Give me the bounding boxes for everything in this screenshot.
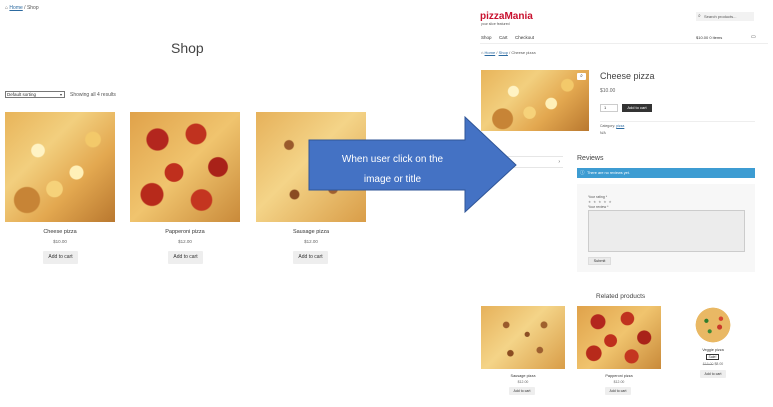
product-price: $10.00 [600, 88, 616, 94]
product-title[interactable]: Cheese pizza [5, 229, 115, 235]
product-image-papperoni-pizza[interactable] [130, 112, 240, 222]
related-title[interactable]: Sausage pizza [481, 374, 565, 378]
related-title[interactable]: Veggie pizza [680, 348, 746, 352]
search-placeholder: Search products... [704, 14, 737, 19]
product-title[interactable]: Sausage pizza [256, 229, 366, 235]
product-price: $10.00 [53, 239, 67, 244]
cart-icon[interactable]: ▭ [751, 34, 756, 40]
chevron-right-icon: › [558, 159, 560, 165]
rating-label: Your rating * [588, 195, 608, 199]
product-title[interactable]: Papperoni pizza [130, 229, 240, 235]
add-to-cart-button[interactable]: Add to cart [622, 104, 652, 112]
add-to-cart-button[interactable]: Add to cart [293, 251, 328, 264]
breadcrumb-category-link[interactable]: Shop [499, 50, 508, 55]
callout-line-1: When user click on the [341, 154, 444, 165]
category-link[interactable]: pizza [616, 124, 624, 128]
related-image-sausage-pizza[interactable] [481, 306, 565, 369]
breadcrumb-home-link[interactable]: Home [9, 5, 22, 11]
rating-stars[interactable]: ★ ★ ★ ★ ★ [588, 200, 612, 204]
reviews-heading: Reviews [577, 155, 604, 162]
product-price: $12.00 [304, 239, 318, 244]
product-category: Category: pizza [600, 124, 624, 128]
related-price: $12.00 [517, 380, 529, 384]
meta-divider [600, 121, 755, 122]
product-title: Cheese pizza [600, 71, 655, 81]
header-divider [480, 43, 768, 44]
related-image-papperoni-pizza[interactable] [577, 306, 661, 369]
review-label: Your review * [588, 205, 609, 209]
breadcrumb-separator: / [496, 50, 498, 55]
add-to-cart-button[interactable]: Add to cart [43, 251, 78, 264]
zoom-icon[interactable]: ⌕ [577, 73, 586, 80]
breadcrumb-separator: / [24, 5, 26, 11]
callout-text: When user click on the image or title [320, 145, 465, 195]
add-to-cart-button[interactable]: Add to cart [509, 387, 535, 395]
add-to-cart-button[interactable]: Add to cart [700, 370, 726, 378]
product-image-cheese-pizza[interactable] [5, 112, 115, 222]
product-price: $12.00 [178, 239, 192, 244]
notice-text: There are no reviews yet. [587, 171, 630, 175]
no-reviews-notice: ⓘ There are no reviews yet. [577, 168, 755, 178]
nav-item-shop[interactable]: Shop [481, 35, 492, 40]
search-icon: ⌕ [698, 13, 701, 19]
site-tagline: your slice featured [481, 22, 510, 26]
search-input[interactable]: ⌕ Search products... [696, 12, 754, 21]
quantity-input[interactable]: 1 [600, 104, 618, 112]
breadcrumb-current: Shop [26, 5, 39, 11]
related-image-veggie-pizza[interactable] [680, 304, 746, 346]
related-price: $12.00 [613, 380, 625, 384]
sale-badge: Sale! [706, 354, 719, 360]
nav-item-cart[interactable]: Cart [499, 35, 508, 40]
callout-line-2: image or title [363, 174, 422, 185]
nav-item-checkout[interactable]: Checkout [515, 35, 534, 40]
product-sku: N/A [600, 131, 606, 135]
old-price: $15.00 [702, 362, 714, 366]
submit-button[interactable]: Submit [588, 257, 611, 265]
home-icon[interactable]: ⌂ [5, 5, 8, 11]
related-price: $15.00 $8.00 [680, 362, 746, 366]
chevron-down-icon: ▾ [59, 92, 62, 97]
breadcrumb: ⌂ Home / Shop [5, 5, 39, 11]
review-textarea[interactable] [588, 210, 745, 252]
related-title[interactable]: Papperoni pizza [577, 374, 661, 378]
breadcrumb-current: Cheese pizza [511, 50, 536, 55]
add-to-cart-button[interactable]: Add to cart [605, 387, 631, 395]
category-label: Category: [600, 124, 616, 128]
breadcrumb-home-link[interactable]: Home [485, 50, 496, 55]
home-icon[interactable]: ⌂ [481, 50, 483, 55]
sorting-selected-value: Default sorting [7, 92, 37, 97]
add-to-cart-button[interactable]: Add to cart [168, 251, 203, 264]
header-cart-total[interactable]: $10.00 0 items [696, 35, 722, 40]
sorting-select[interactable]: Default sorting ▾ [5, 91, 65, 98]
page-title: Shop [171, 40, 204, 56]
result-count: Showing all 4 results [70, 92, 116, 98]
related-products-heading: Related products [596, 293, 646, 300]
sale-price: $8.00 [714, 362, 724, 366]
info-icon: ⓘ [580, 170, 585, 175]
product-breadcrumb: ⌂ Home / Shop / Cheese pizza [481, 50, 536, 55]
site-logo[interactable]: pizzaMania [480, 11, 533, 22]
